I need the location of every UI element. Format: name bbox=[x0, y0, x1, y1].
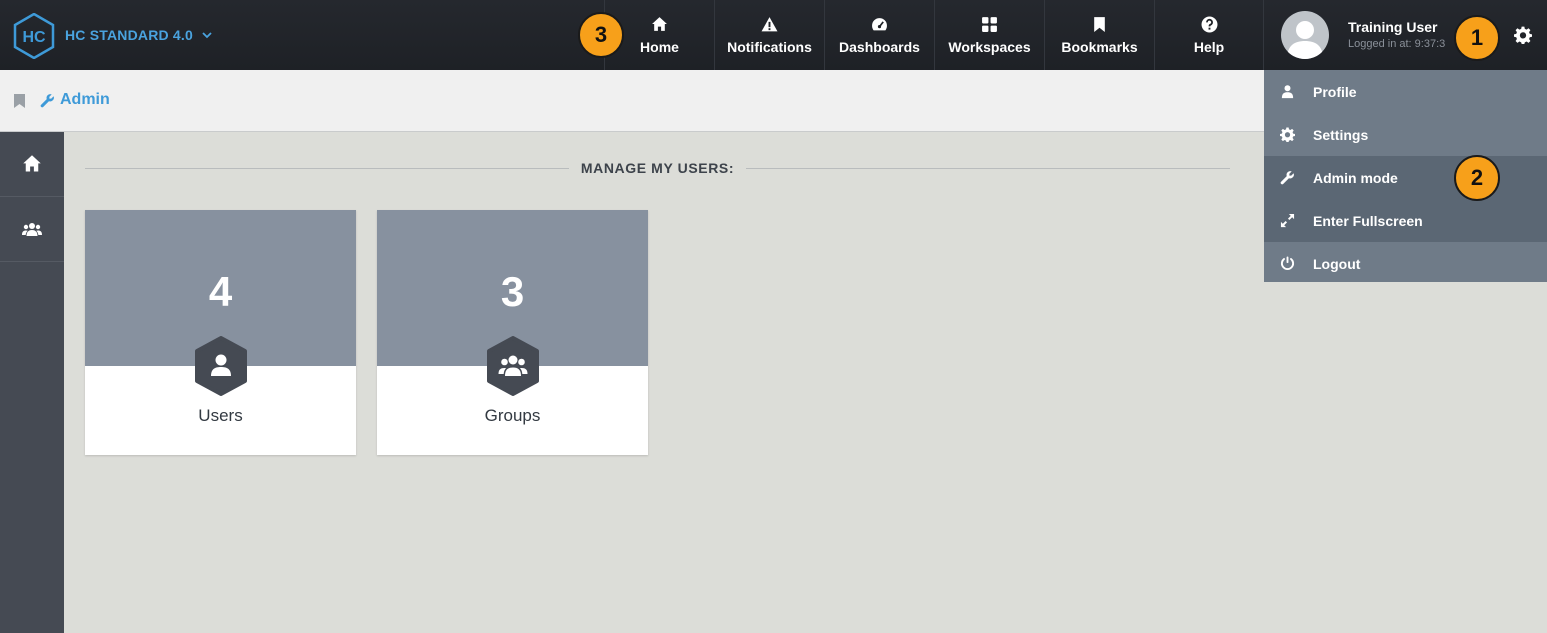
nav-label: Bookmarks bbox=[1061, 38, 1138, 55]
nav-help[interactable]: Help bbox=[1154, 0, 1264, 70]
menu-item-fullscreen[interactable]: Enter Fullscreen bbox=[1264, 199, 1547, 242]
nav-bookmarks[interactable]: Bookmarks bbox=[1044, 0, 1154, 70]
menu-item-logout[interactable]: Logout bbox=[1264, 242, 1547, 285]
users-card[interactable]: 4 Users bbox=[85, 210, 356, 455]
breadcrumb-label: Admin bbox=[60, 91, 110, 108]
nav-label: Notifications bbox=[727, 38, 812, 55]
login-time: Logged in at: 9:37:3 bbox=[1348, 38, 1446, 50]
user-name: Training User bbox=[1348, 19, 1438, 35]
warning-icon bbox=[761, 16, 778, 31]
menu-item-settings[interactable]: Settings bbox=[1264, 113, 1547, 156]
wrench-icon bbox=[40, 93, 54, 107]
menu-item-admin-mode[interactable]: Admin mode bbox=[1264, 156, 1547, 199]
user-icon bbox=[1281, 85, 1294, 99]
workspace-switcher[interactable]: HC STANDARD 4.0 bbox=[65, 27, 213, 43]
avatar bbox=[1281, 11, 1329, 59]
brand-name: HC STANDARD 4.0 bbox=[65, 27, 193, 43]
users-label: Users bbox=[198, 406, 243, 425]
sidebar bbox=[0, 132, 64, 633]
power-icon bbox=[1280, 256, 1295, 270]
divider bbox=[746, 167, 1230, 169]
dashboard-icon bbox=[872, 17, 887, 30]
chevron-down-icon bbox=[202, 32, 212, 39]
gear-icon[interactable] bbox=[1514, 26, 1532, 44]
sidebar-item-home[interactable] bbox=[0, 132, 64, 197]
hc-logo-icon[interactable]: HC bbox=[13, 13, 55, 59]
groups-count: 3 bbox=[500, 268, 525, 315]
wrench-icon bbox=[1280, 171, 1294, 185]
grid-icon bbox=[982, 16, 997, 32]
divider bbox=[85, 167, 569, 169]
breadcrumb[interactable]: Admin bbox=[40, 91, 110, 109]
user-icon bbox=[195, 336, 247, 396]
menu-item-label: Enter Fullscreen bbox=[1313, 212, 1423, 229]
logo-text: HC bbox=[22, 29, 46, 46]
home-icon bbox=[652, 16, 667, 31]
group-icon bbox=[22, 223, 42, 236]
bookmark-icon bbox=[1094, 16, 1105, 32]
menu-item-label: Settings bbox=[1313, 126, 1369, 143]
main-nav: Home Notifications Dashboards Workspaces… bbox=[604, 0, 1264, 70]
nav-label: Dashboards bbox=[839, 38, 920, 55]
callout-marker: 1 bbox=[1454, 15, 1500, 61]
nav-workspaces[interactable]: Workspaces bbox=[934, 0, 1044, 70]
nav-dashboards[interactable]: Dashboards bbox=[824, 0, 934, 70]
nav-notifications[interactable]: Notifications bbox=[714, 0, 824, 70]
section-title: MANAGE MY USERS: bbox=[580, 160, 735, 176]
callout-marker: 2 bbox=[1454, 155, 1500, 201]
nav-label: Help bbox=[1193, 38, 1225, 55]
callout-marker: 3 bbox=[578, 12, 624, 58]
nav-label: Home bbox=[640, 38, 679, 55]
sidebar-item-groups[interactable] bbox=[0, 197, 64, 262]
menu-item-profile[interactable]: Profile bbox=[1264, 70, 1547, 113]
menu-item-label: Logout bbox=[1313, 255, 1361, 272]
groups-label: Groups bbox=[484, 406, 541, 425]
expand-icon bbox=[1280, 213, 1295, 228]
user-dropdown-menu: Profile Settings Admin mode Enter Fullsc… bbox=[1264, 70, 1547, 282]
menu-item-label: Profile bbox=[1313, 83, 1357, 100]
question-icon bbox=[1201, 16, 1217, 32]
group-icon bbox=[487, 336, 539, 396]
users-count: 4 bbox=[208, 268, 233, 315]
user-menu-toggle[interactable]: Training User Logged in at: 9:37:3 bbox=[1264, 0, 1547, 70]
section-heading: MANAGE MY USERS: bbox=[85, 158, 1230, 178]
gear-icon bbox=[1280, 127, 1295, 142]
top-bar: HC HC STANDARD 4.0 Home Notifications Da… bbox=[0, 0, 1547, 70]
user-silhouette-icon bbox=[1287, 21, 1323, 59]
home-icon bbox=[23, 155, 41, 172]
groups-card[interactable]: 3 Groups bbox=[377, 210, 648, 455]
bookmark-page-icon[interactable] bbox=[13, 93, 26, 109]
menu-item-label: Admin mode bbox=[1313, 169, 1398, 186]
nav-label: Workspaces bbox=[948, 38, 1031, 55]
